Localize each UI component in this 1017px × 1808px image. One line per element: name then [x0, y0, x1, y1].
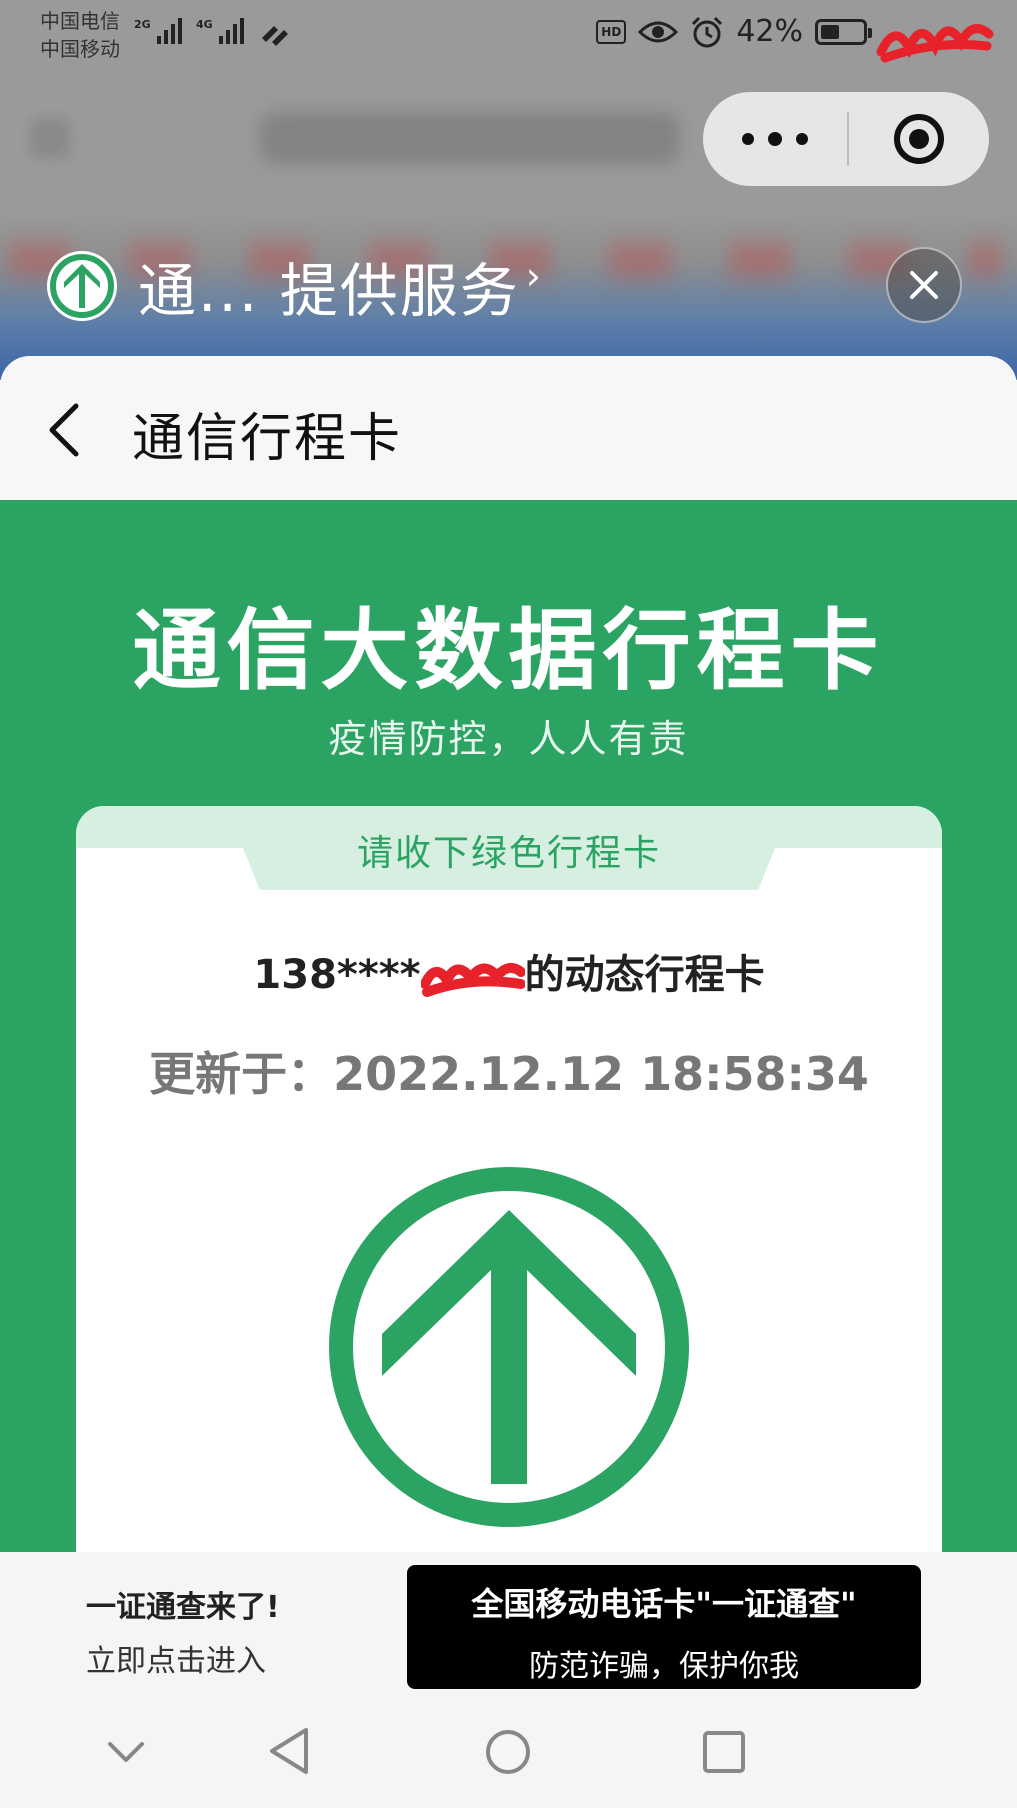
alarm-icon — [692, 16, 723, 47]
carrier-2: 中国移动 — [40, 37, 120, 61]
more-options-icon[interactable] — [703, 131, 847, 146]
promo-button-line2: 防范诈骗，保护你我 — [529, 1649, 799, 1684]
network-1-label: 2G — [134, 18, 151, 31]
carrier-1: 中国电信 — [40, 9, 120, 33]
back-arrow-icon[interactable] — [44, 400, 84, 460]
phone-redaction — [420, 954, 525, 1000]
system-nav-bar — [0, 1698, 1017, 1808]
promo-banner[interactable]: 一证通查来了! 立即点击进入 全国移动电话卡"一证通查" 防范诈骗，保护你我 — [0, 1552, 1017, 1698]
nav-bar: 通信行程卡 — [0, 356, 1017, 500]
phone-prefix: 138**** — [253, 952, 421, 998]
service-provider-row[interactable]: 通... 提供服务 › — [46, 244, 541, 328]
home-circle-icon[interactable] — [484, 1728, 532, 1776]
battery-icon — [815, 18, 872, 45]
hd-icon: HD — [596, 19, 627, 44]
hero-subtitle: 疫情防控，人人有责 — [328, 717, 689, 761]
status-bar: 中国电信 中国移动 2G 4G HD 42% — [0, 0, 1017, 70]
promo-link[interactable]: 立即点击进入 — [86, 1636, 266, 1680]
promo-button-line1: 全国移动电话卡"一证通查" — [471, 1585, 857, 1623]
itinerary-card: 请收下绿色行程卡 138**** 的动态行程卡 更新于：2022.12.12 1… — [76, 806, 942, 1606]
close-button[interactable] — [886, 247, 962, 323]
chevron-right-icon: › — [525, 254, 541, 298]
hero-title: 通信大数据行程卡 — [132, 599, 885, 702]
network-2-label: 4G — [196, 18, 213, 31]
signal-4g-icon: 4G — [196, 18, 244, 44]
recents-square-icon[interactable] — [702, 1730, 746, 1774]
back-triangle-icon[interactable] — [266, 1726, 312, 1776]
blurred-title — [260, 112, 680, 164]
page-title: 通信行程卡 — [132, 409, 403, 469]
service-provider-label: 通... 提供服务 — [138, 257, 520, 325]
blurred-back-icon — [30, 118, 70, 158]
green-arrow-logo-icon — [47, 251, 117, 321]
close-icon — [910, 271, 938, 299]
promo-button[interactable]: 全国移动电话卡"一证通查" 防范诈骗，保护你我 — [407, 1565, 921, 1689]
signal-2g-icon: 2G — [134, 18, 182, 44]
green-hero: 通信大数据行程卡 疫情防控，人人有责 请收下绿色行程卡 138**** 的动态行… — [0, 500, 1017, 1606]
wifi-calling-icon — [262, 26, 288, 46]
promo-headline: 一证通查来了! — [86, 1590, 280, 1625]
phone-line: 138**** 的动态行程卡 — [76, 942, 942, 1000]
phone-suffix: 的动态行程卡 — [524, 952, 765, 998]
redaction-mark — [876, 24, 994, 63]
mini-program-capsule — [703, 92, 989, 186]
updated-time: 更新于：2022.12.12 18:58:34 — [149, 1047, 869, 1101]
exit-target-icon[interactable] — [849, 111, 989, 167]
card-tab-label: 请收下绿色行程卡 — [356, 833, 661, 874]
green-arrow-status-icon — [329, 1167, 689, 1527]
battery-percent: 42% — [736, 14, 803, 49]
chevron-down-icon[interactable] — [106, 1740, 146, 1766]
eye-icon — [638, 21, 679, 42]
